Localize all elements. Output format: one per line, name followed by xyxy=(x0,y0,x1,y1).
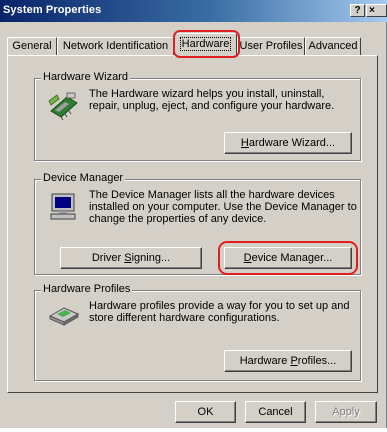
device-manager-group: Device Manager The Device Manager lists … xyxy=(34,172,361,275)
button-mnemonic: H xyxy=(240,137,249,149)
cancel-button[interactable]: Cancel xyxy=(245,401,306,423)
tab-general[interactable]: General xyxy=(7,37,57,56)
hardware-wizard-description: The Hardware wizard helps you install, u… xyxy=(89,88,335,112)
system-properties-window: System Properties ? × General Network Id… xyxy=(0,0,387,428)
help-button[interactable]: ? xyxy=(350,4,365,17)
apply-button[interactable]: Apply xyxy=(315,401,377,423)
tab-advanced[interactable]: Advanced xyxy=(305,37,361,56)
hardware-profiles-group: Hardware Profiles Hardware profiles prov… xyxy=(34,283,361,381)
group-title-hardware-profiles: Hardware Profiles xyxy=(41,283,133,295)
computer-monitor-icon xyxy=(50,193,76,220)
hardware-profiles-icon xyxy=(48,307,80,326)
button-label-part: evice Manager... xyxy=(251,252,333,264)
button-label-part: ardware Wizard... xyxy=(248,137,336,149)
device-manager-button[interactable]: Device Manager... xyxy=(224,247,352,269)
tab-label: Network Identification xyxy=(62,40,169,52)
tab-network-identification[interactable]: Network Identification xyxy=(57,37,174,56)
button-mnemonic: D xyxy=(243,252,252,264)
button-mnemonic: P xyxy=(290,355,298,367)
title-bar[interactable]: System Properties ? × xyxy=(0,0,387,22)
ok-button[interactable]: OK xyxy=(175,401,236,423)
button-mnemonic: S xyxy=(124,252,132,264)
hardware-profiles-description: Hardware profiles provide a way for you … xyxy=(89,300,350,324)
tab-label: Hardware xyxy=(179,37,232,51)
button-label-part: igning... xyxy=(131,252,171,264)
button-label-part: Hardware xyxy=(239,355,291,367)
group-title-hardware-wizard: Hardware Wizard xyxy=(41,71,130,83)
hardware-wizard-button[interactable]: Hardware Wizard... xyxy=(224,132,352,154)
tab-label: User Profiles xyxy=(239,40,303,52)
close-button[interactable]: × xyxy=(366,4,387,17)
driver-signing-button[interactable]: Driver Signing... xyxy=(60,247,202,269)
group-title-device-manager: Device Manager xyxy=(41,172,126,184)
button-label-part: Driver xyxy=(91,252,125,264)
window-title: System Properties xyxy=(3,4,102,16)
tab-user-profiles[interactable]: User Profiles xyxy=(237,37,305,56)
hardware-wizard-group: Hardware Wizard The Hardware wizard help… xyxy=(34,71,361,161)
hardware-wizard-icon xyxy=(48,92,78,121)
device-manager-description: The Device Manager lists all the hardwar… xyxy=(89,189,357,225)
tab-label: General xyxy=(12,40,52,52)
hardware-profiles-button[interactable]: Hardware Profiles... xyxy=(224,350,352,372)
tab-label: Advanced xyxy=(308,40,358,52)
tab-hardware[interactable]: Hardware xyxy=(174,33,237,57)
hardware-tab-panel: Hardware Wizard The Hardware wizard help… xyxy=(7,55,378,393)
button-label-part: rofiles... xyxy=(297,355,337,367)
